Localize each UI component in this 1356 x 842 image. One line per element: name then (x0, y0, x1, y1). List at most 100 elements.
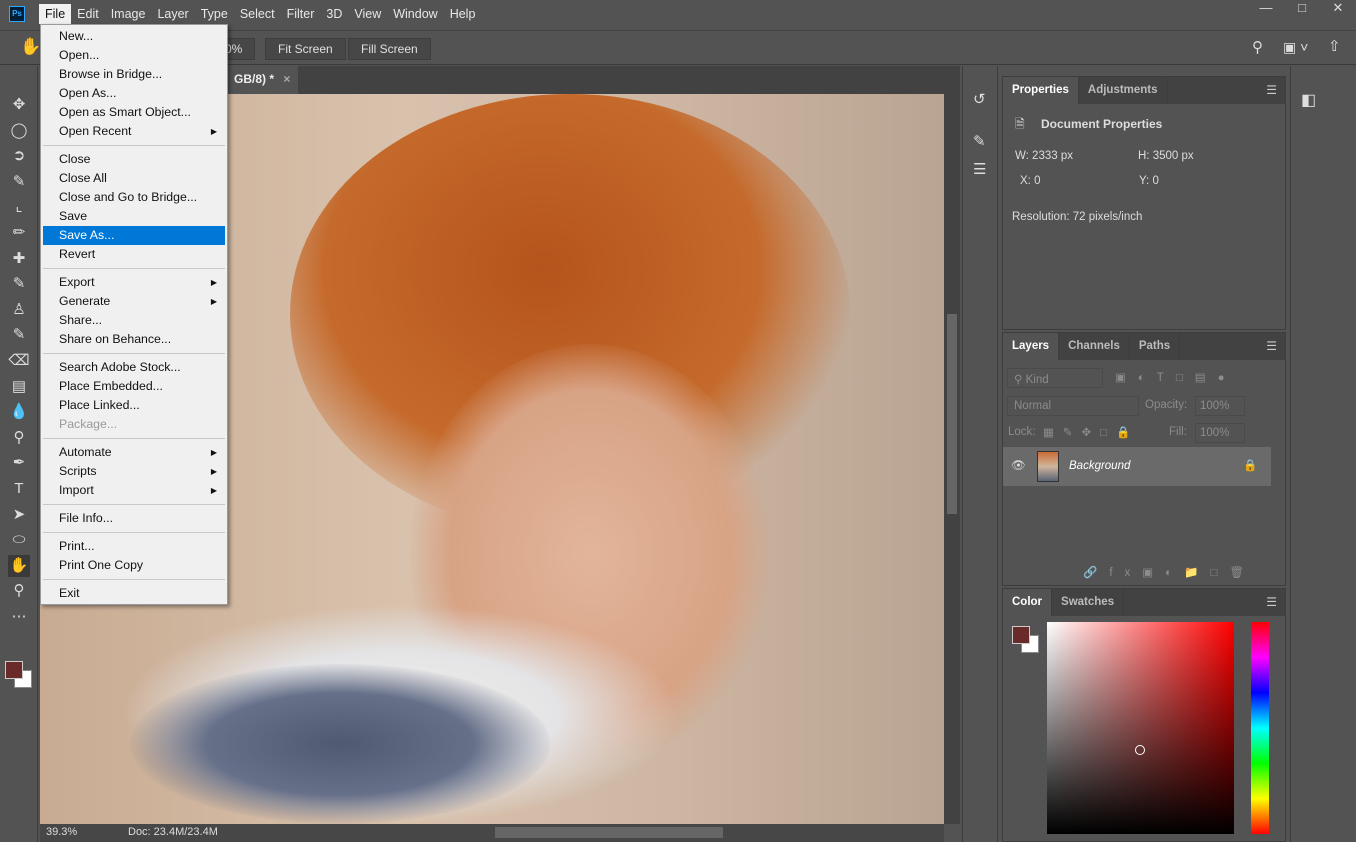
gradient-tool-icon[interactable]: ▤ (8, 376, 30, 398)
menu-edit[interactable]: Edit (71, 4, 105, 24)
menu-item-file-info[interactable]: File Info... (43, 509, 225, 528)
tab-properties[interactable]: Properties (1003, 77, 1079, 104)
panel-menu-icon[interactable]: ☰ (1266, 83, 1277, 97)
brush-tool-icon[interactable]: ✎ (8, 273, 30, 295)
crop-tool-icon[interactable]: ⌞ (8, 196, 30, 218)
visibility-eye-icon[interactable]: 👁 (1011, 458, 1026, 472)
tab-paths[interactable]: Paths (1130, 333, 1181, 360)
eyedropper-tool-icon[interactable]: ✏ (8, 222, 30, 244)
horizontal-scrollbar[interactable] (495, 827, 723, 838)
hand-tool-icon[interactable]: ✋ (8, 554, 30, 577)
search-icon[interactable]: ⚲ (1252, 38, 1263, 56)
menu-item-generate[interactable]: Generate ▶ (43, 292, 225, 311)
menu-filter[interactable]: Filter (281, 4, 321, 24)
fit-screen-button[interactable]: Fit Screen (265, 38, 346, 60)
menu-3d[interactable]: 3D (320, 4, 348, 24)
maximize-button[interactable]: □ (1284, 0, 1320, 18)
menu-item-import[interactable]: Import ▶ (43, 481, 225, 500)
libraries-icon[interactable]: ◧ (1301, 90, 1316, 110)
close-tab-icon[interactable]: × (283, 72, 290, 86)
marquee-tool-icon[interactable]: ◯ (8, 120, 30, 142)
menu-item-share-on-behance[interactable]: Share on Behance... (43, 330, 225, 349)
history-brush-tool-icon[interactable]: ✎ (8, 324, 30, 346)
menu-item-open-as[interactable]: Open As... (43, 84, 225, 103)
share-icon[interactable]: ⇧ (1328, 37, 1341, 55)
dodge-tool-icon[interactable]: ⚲ (8, 427, 30, 449)
adjust-icon[interactable]: ☰ (973, 160, 986, 178)
menu-type[interactable]: Type (195, 4, 234, 24)
menu-item-revert[interactable]: Revert (43, 245, 225, 264)
x-value[interactable]: 0 (1034, 175, 1040, 187)
menu-layer[interactable]: Layer (151, 4, 194, 24)
zoom-level[interactable]: 39.3% (46, 826, 77, 838)
layer-actions[interactable]: 🔗fx▣◐📁□🗑 (1083, 565, 1256, 579)
menu-item-export[interactable]: Export ▶ (43, 273, 225, 292)
tab-adjustments[interactable]: Adjustments (1079, 77, 1168, 104)
panel-menu-icon[interactable]: ☰ (1266, 595, 1277, 609)
foreground-color[interactable] (5, 661, 23, 679)
height-value[interactable]: 3500 px (1153, 150, 1194, 162)
more-tool-icon[interactable]: ⋯ (8, 606, 30, 628)
menu-item-open-recent[interactable]: Open Recent ▶ (43, 122, 225, 141)
kind-filter[interactable]: ⚲ Kind (1007, 368, 1103, 388)
minimize-button[interactable]: — (1248, 0, 1284, 18)
menu-item-browse-in-bridge[interactable]: Browse in Bridge... (43, 65, 225, 84)
lasso-tool-icon[interactable]: ➲ (8, 145, 30, 167)
menu-item-save[interactable]: Save (43, 207, 225, 226)
menu-image[interactable]: Image (105, 4, 152, 24)
panel-menu-icon[interactable]: ☰ (1266, 339, 1277, 353)
fill-screen-button[interactable]: Fill Screen (348, 38, 431, 60)
menu-item-save-as[interactable]: Save As... (43, 226, 225, 245)
pen-tool-icon[interactable]: ✒ (8, 452, 30, 474)
menu-item-close-all[interactable]: Close All (43, 169, 225, 188)
healing-tool-icon[interactable]: ✚ (8, 248, 30, 270)
history-icon[interactable]: ↺ (973, 90, 986, 108)
menu-item-close-and-go-to-bridge[interactable]: Close and Go to Bridge... (43, 188, 225, 207)
menu-item-print-one-copy[interactable]: Print One Copy (43, 556, 225, 575)
zoom-tool-icon[interactable]: ⚲ (8, 580, 30, 602)
menu-window[interactable]: Window (387, 4, 443, 24)
eraser-tool-icon[interactable]: ⌫ (8, 350, 30, 372)
menu-select[interactable]: Select (234, 4, 281, 24)
fill-input[interactable]: 100% (1195, 423, 1245, 443)
move-tool-icon[interactable]: ✥ (8, 94, 30, 116)
menu-help[interactable]: Help (444, 4, 482, 24)
color-picker-marker[interactable] (1135, 745, 1145, 755)
foreground-color-swatch[interactable] (1012, 626, 1030, 644)
document-tab[interactable]: GB/8) * × (226, 66, 299, 94)
layer-name[interactable]: Background (1069, 460, 1130, 472)
menu-view[interactable]: View (348, 4, 387, 24)
menu-item-scripts[interactable]: Scripts ▶ (43, 462, 225, 481)
vertical-scroll-thumb[interactable] (947, 314, 957, 514)
menu-item-place-linked[interactable]: Place Linked... (43, 396, 225, 415)
stamp-tool-icon[interactable]: ♙ (8, 299, 30, 321)
menu-item-automate[interactable]: Automate ▶ (43, 443, 225, 462)
menu-item-search-adobe-stock[interactable]: Search Adobe Stock... (43, 358, 225, 377)
blend-mode-select[interactable]: Normal (1007, 396, 1139, 416)
path-select-tool-icon[interactable]: ➤ (8, 504, 30, 526)
filter-icons[interactable]: ▣◐T□▤● (1115, 370, 1237, 384)
type-tool-icon[interactable]: T (8, 478, 30, 500)
tab-color[interactable]: Color (1003, 589, 1053, 616)
workspace-icon[interactable]: ▣ ˅ (1283, 39, 1308, 56)
color-field[interactable] (1047, 622, 1234, 834)
menu-item-exit[interactable]: Exit (43, 584, 225, 603)
menu-item-open[interactable]: Open... (43, 46, 225, 65)
brush-settings-icon[interactable]: ✎ (973, 132, 986, 150)
blur-tool-icon[interactable]: 💧 (8, 401, 30, 423)
tab-layers[interactable]: Layers (1003, 333, 1060, 360)
vertical-scrollbar[interactable] (944, 94, 960, 824)
opacity-input[interactable]: 100% (1195, 396, 1245, 416)
hue-slider[interactable] (1251, 622, 1269, 834)
tab-channels[interactable]: Channels (1059, 333, 1130, 360)
quick-select-tool-icon[interactable]: ✎ (8, 171, 30, 193)
menu-item-share[interactable]: Share... (43, 311, 225, 330)
menu-item-print[interactable]: Print... (43, 537, 225, 556)
layer-row-background[interactable]: 👁 Background 🔒 (1003, 447, 1271, 486)
width-value[interactable]: 2333 px (1032, 150, 1073, 162)
menu-item-new[interactable]: New... (43, 27, 225, 46)
close-window-button[interactable]: ✕ (1320, 0, 1356, 18)
menu-item-place-embedded[interactable]: Place Embedded... (43, 377, 225, 396)
tab-swatches[interactable]: Swatches (1052, 589, 1125, 616)
lock-icons[interactable]: ▦✎✥□🔒 (1043, 425, 1139, 439)
